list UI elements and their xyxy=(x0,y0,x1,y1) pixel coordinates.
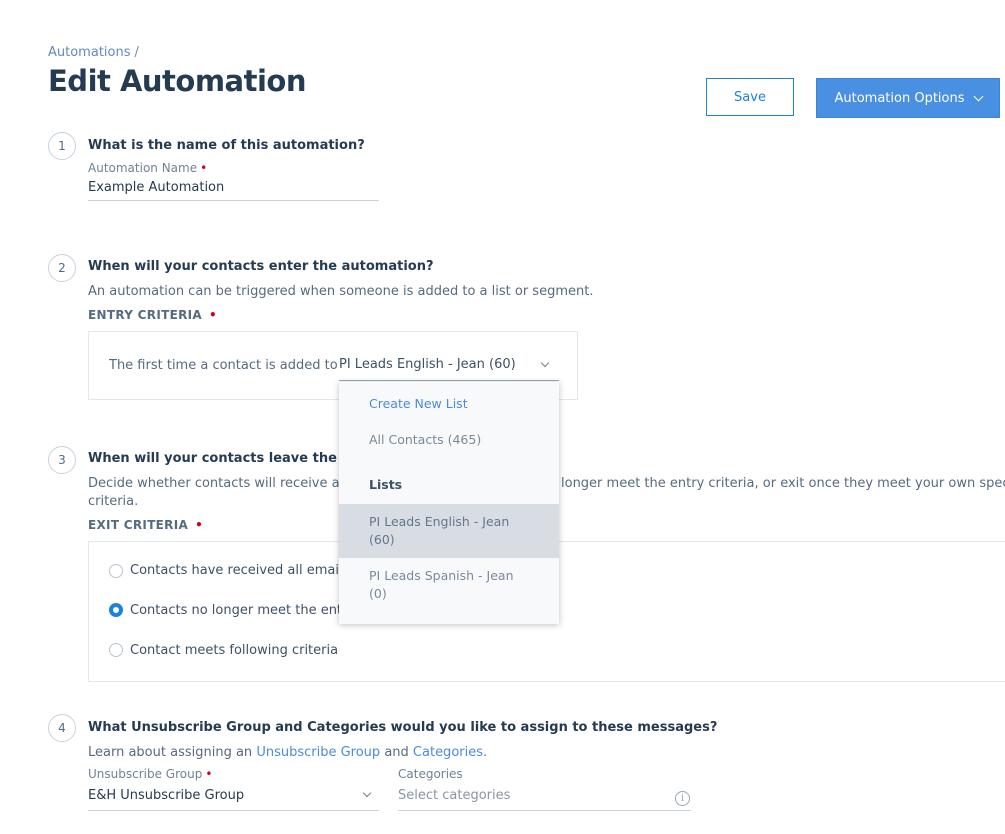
automation-name-label: Automation Name • xyxy=(88,161,207,175)
breadcrumb-separator: / xyxy=(134,45,139,60)
required-marker: • xyxy=(205,767,213,781)
step-3-help-left: Decide whether contacts will receive all… xyxy=(88,476,368,491)
step-2-number: 2 xyxy=(48,254,76,282)
exit-criteria-label: EXIT CRITERIA • xyxy=(88,518,203,532)
exit-option-radio-no-longer-meet[interactable] xyxy=(109,603,123,617)
dropdown-item-line2: (0) xyxy=(369,586,387,601)
page-title: Edit Automation xyxy=(48,64,307,98)
step-1-number: 1 xyxy=(48,132,76,160)
step-4-help-and: and xyxy=(384,745,409,760)
automation-options-label: Automation Options xyxy=(834,90,965,106)
info-icon[interactable]: i xyxy=(675,791,690,806)
step-4-help: Learn about assigning an Unsubscribe Gro… xyxy=(88,744,487,762)
required-marker: • xyxy=(200,161,208,175)
step-4-number: 4 xyxy=(48,714,76,742)
categories-underline xyxy=(398,810,691,811)
automation-name-label-text: Automation Name xyxy=(88,161,198,175)
step-4-help-prefix: Learn about assigning an xyxy=(88,745,253,760)
step-4-question: What Unsubscribe Group and Categories wo… xyxy=(88,720,718,735)
step-2-question: When will your contacts enter the automa… xyxy=(88,259,434,274)
automation-name-underline xyxy=(88,200,379,201)
entry-list-select[interactable]: PI Leads English - Jean (60) xyxy=(339,357,516,372)
exit-criteria-label-text: EXIT CRITERIA xyxy=(88,518,189,532)
entry-criteria-label: ENTRY CRITERIA • xyxy=(88,308,217,322)
unsubscribe-group-link[interactable]: Unsubscribe Group xyxy=(256,745,380,760)
step-3-number: 3 xyxy=(48,446,76,474)
exit-option-label[interactable]: Contact meets following criteria xyxy=(130,643,338,658)
unsubscribe-select-underline xyxy=(88,810,379,811)
step-3-help-line2: criteria. xyxy=(88,494,139,509)
dropdown-list-item-selected[interactable]: PI Leads English - Jean (60) xyxy=(339,504,559,558)
exit-option-label[interactable]: Contacts no longer meet the entry c xyxy=(130,603,366,618)
breadcrumb: Automations / xyxy=(48,45,139,60)
list-dropdown-menu: Create New List All Contacts (465) Lists… xyxy=(339,382,559,624)
categories-link[interactable]: Categories. xyxy=(413,745,487,760)
chevron-down-icon xyxy=(973,91,983,101)
categories-label: Categories xyxy=(398,767,463,781)
dropdown-all-contacts[interactable]: All Contacts (465) xyxy=(339,431,559,449)
unsubscribe-group-label: Unsubscribe Group • xyxy=(88,767,212,781)
automation-name-input[interactable]: Example Automation xyxy=(88,180,224,195)
step-1-question: What is the name of this automation? xyxy=(88,138,365,153)
dropdown-item-line2: (60) xyxy=(369,532,395,547)
exit-option-radio-received-all[interactable] xyxy=(109,564,123,578)
breadcrumb-automations-link[interactable]: Automations xyxy=(48,45,131,60)
unsubscribe-group-label-text: Unsubscribe Group xyxy=(88,767,203,781)
save-button[interactable]: Save xyxy=(706,78,794,116)
required-marker: • xyxy=(195,518,204,532)
dropdown-lists-heading: Lists xyxy=(369,477,403,492)
required-marker: • xyxy=(208,308,217,322)
dropdown-list-item[interactable]: PI Leads Spanish - Jean (0) xyxy=(339,558,559,612)
unsubscribe-select-chevron-icon[interactable] xyxy=(362,788,372,798)
automation-options-button[interactable]: Automation Options xyxy=(816,78,1000,118)
entry-select-underline xyxy=(339,380,559,381)
entry-trigger-text: The first time a contact is added to xyxy=(109,358,338,373)
entry-criteria-label-text: ENTRY CRITERIA xyxy=(88,308,202,322)
step-3-help-right: longer meet the entry criteria, or exit … xyxy=(561,476,1005,491)
exit-option-radio-meets-criteria[interactable] xyxy=(109,643,123,657)
categories-input[interactable]: Select categories xyxy=(398,788,510,803)
step-2-help: An automation can be triggered when some… xyxy=(88,284,594,299)
exit-option-label[interactable]: Contacts have received all emails in xyxy=(130,563,365,578)
unsubscribe-group-select[interactable]: E&H Unsubscribe Group xyxy=(88,788,244,803)
dropdown-create-new-list[interactable]: Create New List xyxy=(339,395,559,413)
dropdown-item-line1: PI Leads English - Jean xyxy=(369,514,510,529)
dropdown-item-line1: PI Leads Spanish - Jean xyxy=(369,568,514,583)
